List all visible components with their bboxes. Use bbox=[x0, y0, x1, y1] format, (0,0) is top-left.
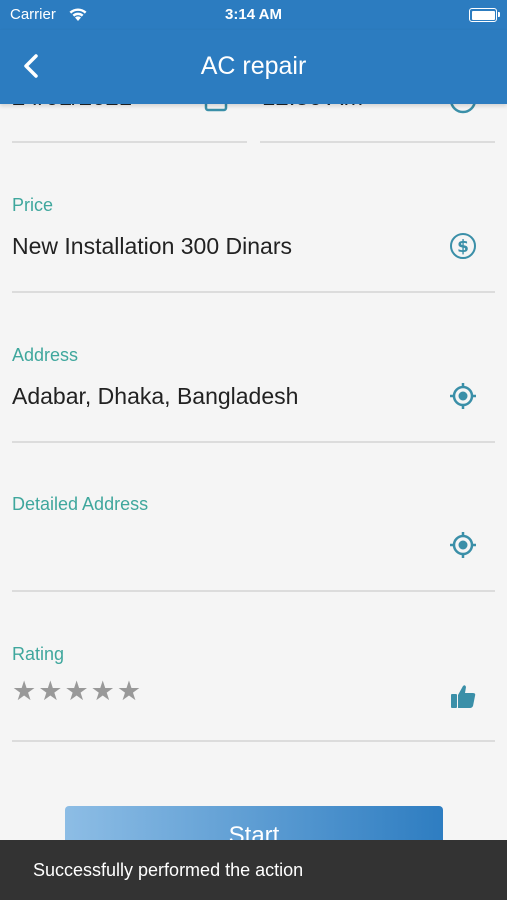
divider bbox=[12, 141, 247, 143]
divider bbox=[12, 590, 495, 592]
svg-text:$: $ bbox=[457, 237, 469, 257]
location-target-icon[interactable] bbox=[449, 531, 477, 559]
star-icon[interactable]: ★ bbox=[38, 676, 62, 706]
price-label: Price bbox=[12, 195, 54, 215]
divider bbox=[12, 740, 495, 742]
divider bbox=[12, 291, 495, 293]
rating-label: Rating bbox=[12, 644, 65, 664]
thumbs-up-icon bbox=[449, 682, 477, 710]
address-label: Address bbox=[12, 345, 79, 365]
star-icon[interactable]: ★ bbox=[12, 676, 36, 706]
divider bbox=[12, 441, 495, 443]
location-target-icon[interactable] bbox=[449, 382, 477, 410]
toast: Successfully performed the action bbox=[0, 840, 507, 900]
price-field: Price New Installation 300 Dinars $ bbox=[0, 195, 507, 345]
divider bbox=[260, 141, 495, 143]
detailed-address-input[interactable] bbox=[12, 532, 432, 562]
star-rating[interactable]: ★ ★ ★ ★ ★ bbox=[12, 676, 141, 706]
address-value[interactable]: Adabar, Dhaka, Bangladesh bbox=[12, 383, 298, 410]
battery-icon bbox=[469, 8, 500, 22]
toast-message: Successfully performed the action bbox=[33, 860, 304, 880]
star-icon[interactable]: ★ bbox=[64, 676, 88, 706]
booking-details: 24/01/2021 12:30 AM Price New Installati… bbox=[0, 0, 507, 900]
star-icon[interactable]: ★ bbox=[117, 676, 141, 706]
detailed-address-field: Detailed Address bbox=[0, 494, 507, 644]
status-bar: Carrier 3:14 AM bbox=[0, 0, 507, 30]
status-time: 3:14 AM bbox=[225, 6, 282, 23]
nav-bar: AC repair bbox=[0, 30, 507, 104]
rating-field: Rating ★ ★ ★ ★ ★ bbox=[0, 644, 507, 794]
detailed-address-label: Detailed Address bbox=[12, 494, 149, 514]
price-value[interactable]: New Installation 300 Dinars bbox=[12, 233, 292, 260]
page-title: AC repair bbox=[200, 52, 307, 80]
address-field: Address Adabar, Dhaka, Bangladesh bbox=[0, 345, 507, 495]
dollar-icon: $ bbox=[449, 232, 477, 260]
star-icon[interactable]: ★ bbox=[91, 676, 115, 706]
